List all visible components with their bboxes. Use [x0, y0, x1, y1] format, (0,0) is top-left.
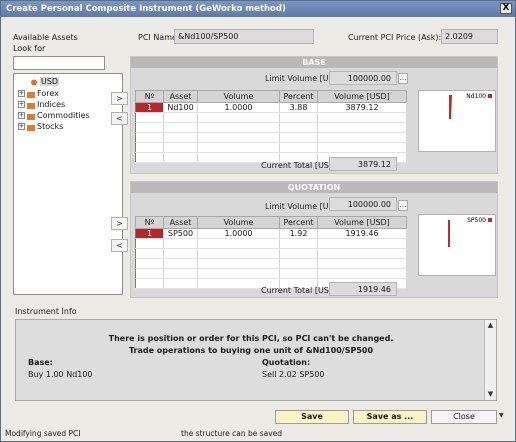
table-row[interactable]: 1 SP500 1.0000 1.92 1919.46 [135, 228, 407, 239]
col-header: Asset [163, 90, 198, 103]
table-row-empty [135, 112, 407, 123]
base-mini-bar [449, 95, 452, 119]
base-total-field: 3879.12 [329, 157, 397, 171]
col-header: Volume [197, 216, 280, 229]
table-row-empty [135, 122, 407, 133]
save-as-button[interactable]: Save as ... [353, 410, 427, 424]
folder-icon [27, 101, 35, 109]
row-number: 1 [135, 228, 164, 239]
base-limit-dots-button[interactable]: ... [398, 73, 408, 84]
tree-item-label: USD [40, 77, 60, 86]
cell-asset: Nd100 [163, 102, 198, 113]
table-header-row: Nº Asset Volume Percent Volume [USD] [135, 90, 407, 103]
add-to-base-button[interactable]: > [111, 92, 128, 105]
quotation-panel-title: QUOTATION [131, 182, 497, 193]
instrument-info-label: Instrument Info [15, 307, 77, 316]
tree-item-usd[interactable]: USD [30, 76, 60, 87]
add-to-quotation-button[interactable]: > [111, 217, 128, 230]
tree-item-stocks[interactable]: + Stocks [18, 121, 63, 132]
col-header: Volume [USD] [317, 216, 407, 229]
info-base-value: Buy 1.00 Nd100 [28, 370, 93, 379]
quotation-limit-field[interactable]: 100000.00 [329, 197, 397, 211]
info-base-label: Base: [28, 358, 53, 367]
status-middle: the structure can be saved [181, 429, 283, 438]
remove-from-base-button[interactable]: < [111, 112, 128, 125]
base-total-label: Current Total [USD] [261, 161, 339, 170]
table-row-empty [135, 132, 407, 143]
info-quotation-label: Quotation: [262, 358, 311, 367]
close-window-button[interactable]: X [500, 3, 512, 14]
col-header: Nº [135, 216, 164, 229]
col-header: Nº [135, 90, 164, 103]
info-quotation-value: Sell 2.02 SP500 [262, 370, 325, 379]
tree-item-label: Forex [37, 89, 59, 98]
cell-asset: SP500 [163, 228, 198, 239]
pci-price-label: Current PCI Price (Ask): [348, 33, 442, 42]
available-assets-label: Available Assets [13, 33, 78, 42]
info-scrollbar[interactable]: ▲ ▼ [484, 320, 496, 400]
table-row-empty [135, 142, 407, 153]
status-left: Modifying saved PCI [5, 429, 81, 438]
base-table: Nº Asset Volume Percent Volume [USD] 1 N… [135, 90, 407, 163]
tree-item-commodities[interactable]: + Commodities [18, 110, 90, 121]
expand-icon[interactable]: + [18, 101, 25, 108]
dropdown-arrow-icon[interactable]: ▼ [499, 412, 504, 419]
close-button[interactable]: Close [431, 410, 497, 424]
folder-icon [27, 112, 35, 120]
table-row-empty [135, 268, 407, 279]
instrument-info-box: There is position or order for this PCI,… [15, 319, 497, 401]
table-row-empty [135, 238, 407, 249]
folder-icon [27, 123, 35, 131]
quotation-mini-bar [448, 220, 450, 247]
asset-tree: USD + Forex + Indices + Commodities + Stocks [13, 73, 123, 295]
cell-percent: 1.92 [279, 228, 318, 239]
cell-volume[interactable]: 1.0000 [197, 228, 280, 239]
look-for-label: Look for [13, 44, 46, 53]
pci-name-field[interactable]: &Nd100/SP500 [174, 29, 314, 44]
base-panel-title: BASE [131, 57, 497, 68]
folder-icon [27, 90, 35, 98]
table-row-empty [135, 248, 407, 259]
base-mini-chart: Nd100 [418, 90, 496, 152]
tree-item-indices[interactable]: + Indices [18, 99, 65, 110]
row-number: 1 [135, 102, 164, 113]
remove-from-quotation-button[interactable]: < [111, 239, 128, 252]
expand-icon[interactable]: + [18, 123, 25, 130]
scroll-down-icon[interactable]: ▼ [485, 389, 496, 399]
title-bar: Create Personal Composite Instrument (Ge… [1, 1, 515, 17]
expand-icon[interactable]: + [18, 90, 25, 97]
cell-volume[interactable]: 1.0000 [197, 102, 280, 113]
dialog-window: Create Personal Composite Instrument (Ge… [0, 0, 516, 442]
window-title: Create Personal Composite Instrument (Ge… [6, 4, 286, 14]
cell-volume-usd: 3879.12 [317, 102, 407, 113]
col-header: Asset [163, 216, 198, 229]
save-button[interactable]: Save [275, 410, 349, 424]
tree-item-label: Commodities [37, 111, 90, 120]
quotation-total-field: 1919.46 [329, 282, 397, 296]
tree-item-label: Indices [37, 100, 66, 109]
expand-icon[interactable]: + [18, 112, 25, 119]
col-header: Percent [279, 216, 318, 229]
base-limit-field[interactable]: 100000.00 [329, 71, 397, 85]
tree-item-forex[interactable]: + Forex [18, 88, 59, 99]
quotation-mini-chart: SP500 [418, 214, 496, 276]
quotation-limit-dots-button[interactable]: ... [398, 200, 408, 211]
table-header-row: Nº Asset Volume Percent Volume [USD] [135, 216, 407, 229]
info-line-1: There is position or order for this PCI,… [108, 334, 394, 343]
col-header: Volume [197, 90, 280, 103]
info-line-2: Trade operations to buying one unit of &… [128, 346, 374, 355]
currency-icon [30, 78, 38, 86]
tree-item-label: Stocks [37, 122, 64, 131]
search-input[interactable] [13, 56, 105, 70]
table-row[interactable]: 1 Nd100 1.0000 3.88 3879.12 [135, 102, 407, 113]
col-header: Percent [279, 90, 318, 103]
pci-price-field: 2.0209 [441, 29, 498, 44]
col-header: Volume [USD] [317, 90, 407, 103]
cell-volume-usd: 1919.46 [317, 228, 407, 239]
scroll-up-icon[interactable]: ▲ [485, 320, 496, 330]
quotation-total-label: Current Total [USD] [261, 286, 339, 295]
quotation-table: Nº Asset Volume Percent Volume [USD] 1 S… [135, 216, 407, 289]
cell-percent: 3.88 [279, 102, 318, 113]
table-row-empty [135, 258, 407, 269]
